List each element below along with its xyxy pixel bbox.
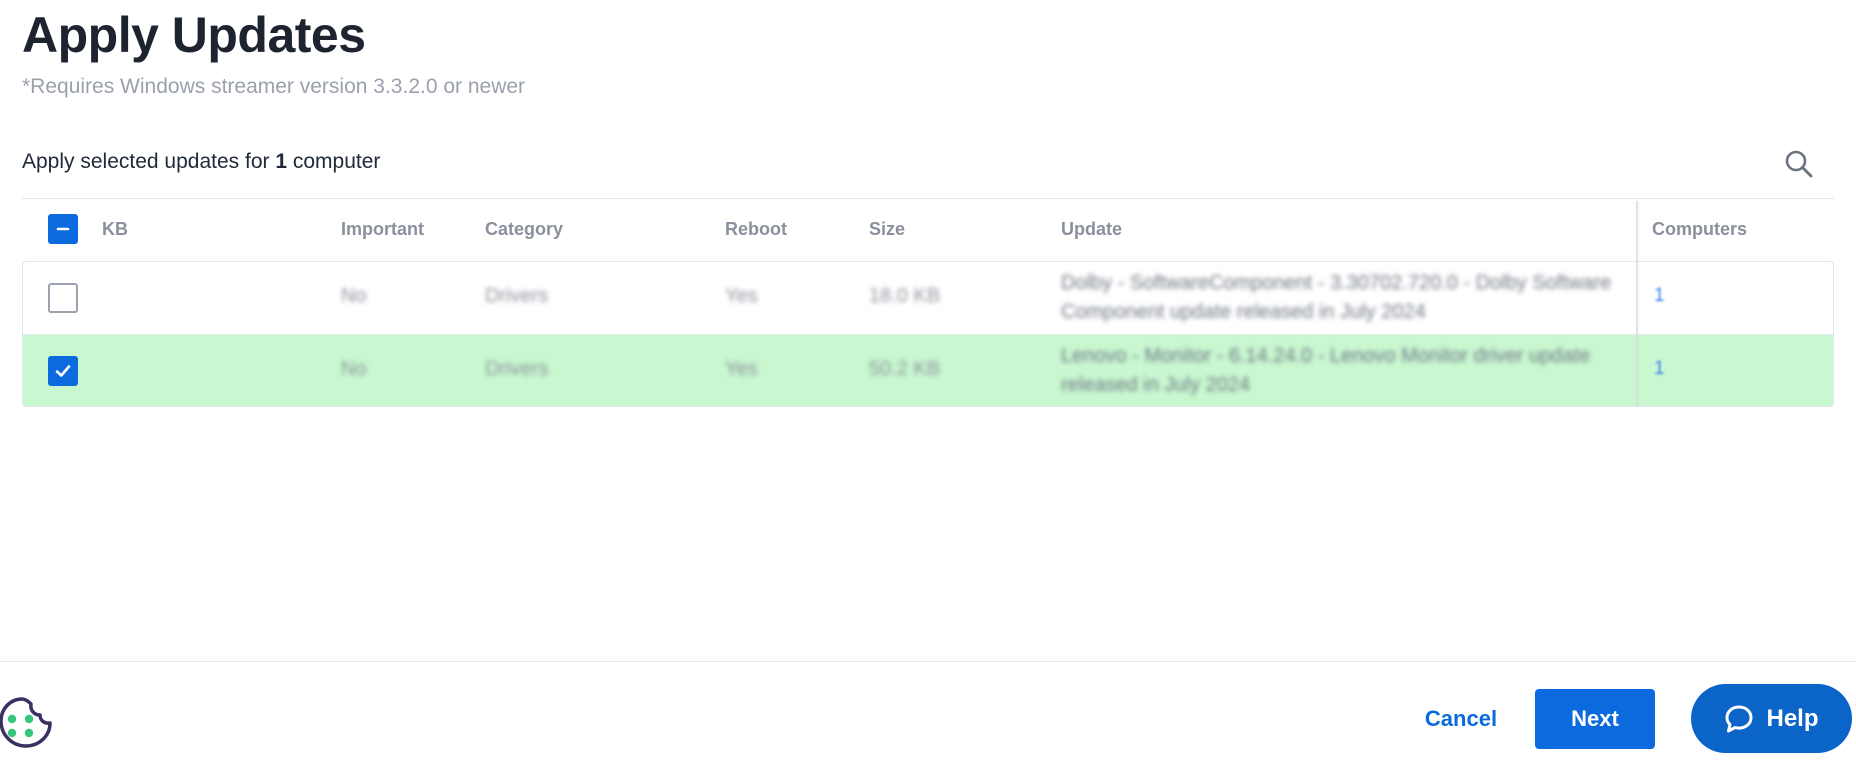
updates-table: KB Important Category Reboot Size Update… [22,198,1834,408]
table-row[interactable]: No Drivers Yes 18.0 KB Dolby - SoftwareC… [23,262,1833,335]
cell-size: 50.2 KB [869,358,941,380]
cell-important: No [341,358,367,380]
column-header-category[interactable]: Category [485,219,563,240]
sticky-column-divider [1636,201,1639,407]
summary-count: 1 [275,150,288,173]
cell-reboot: Yes [725,285,758,307]
page-title: Apply Updates [22,7,366,63]
cookie-icon [0,697,52,748]
summary-prefix: Apply selected updates for [22,150,276,173]
next-button[interactable]: Next [1535,689,1655,749]
column-header-important[interactable]: Important [341,219,424,240]
column-header-reboot[interactable]: Reboot [725,219,787,240]
column-header-kb[interactable]: KB [102,219,128,240]
column-header-update[interactable]: Update [1061,219,1122,240]
column-header-computers[interactable]: Computers [1652,219,1747,240]
help-label: Help [1766,704,1819,732]
help-button[interactable]: Help [1691,684,1852,753]
search-button[interactable] [1782,147,1816,181]
table-header: KB Important Category Reboot Size Update… [22,199,1834,261]
table-body: No Drivers Yes 18.0 KB Dolby - SoftwareC… [22,261,1834,407]
cell-update: Lenovo - Monitor - 6.14.24.0 - Lenovo Mo… [1061,345,1591,396]
search-icon [1785,150,1813,178]
cell-category: Drivers [485,358,549,380]
select-all-checkbox[interactable] [48,214,78,244]
cookie-settings-button[interactable] [0,695,54,755]
minus-icon [56,227,70,231]
cell-computers-link[interactable]: 1 [1654,358,1665,380]
cell-update: Dolby - SoftwareComponent - 3.30702.720.… [1061,272,1612,323]
check-icon [55,365,71,377]
summary-suffix: computer [287,150,381,173]
cell-important: No [341,285,367,307]
column-header-size[interactable]: Size [869,219,905,240]
cell-size: 18.0 KB [869,285,941,307]
row-checkbox[interactable] [48,356,78,386]
chat-bubble-icon [1725,705,1753,732]
page-subtitle: *Requires Windows streamer version 3.3.2… [22,75,526,98]
cell-category: Drivers [485,285,549,307]
apply-updates-page: Apply Updates *Requires Windows streamer… [0,0,1856,772]
selection-summary: Apply selected updates for 1 computer [22,150,380,174]
row-checkbox[interactable] [48,283,78,313]
cancel-button[interactable]: Cancel [1416,692,1506,746]
cell-computers-link[interactable]: 1 [1654,285,1665,307]
table-row[interactable]: No Drivers Yes 50.2 KB Lenovo - Monitor … [23,335,1833,406]
cell-reboot: Yes [725,358,758,380]
